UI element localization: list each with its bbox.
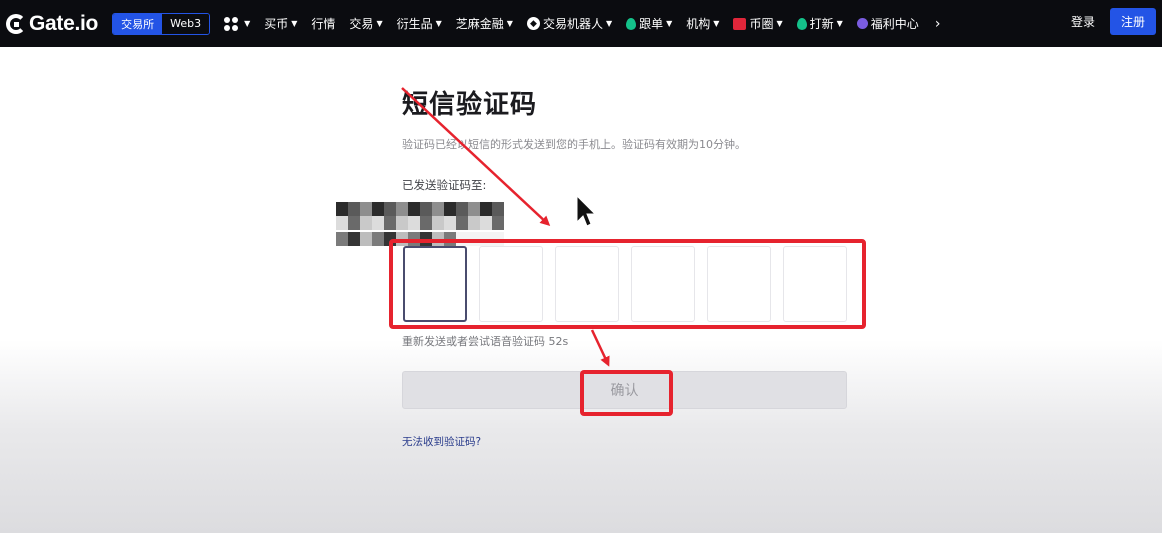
- gift-icon: [856, 18, 868, 29]
- mosaic-cell: [408, 202, 420, 216]
- mosaic-cell: [360, 216, 372, 230]
- main-nav: ▼ 买币 ▼ 行情 交易 ▼ 衍生品 ▼ 芝麻金融 ▼ ◆ 交易机器人 ▼ 跟单: [224, 0, 954, 47]
- nav-label: 打新: [809, 17, 834, 31]
- tab-web3[interactable]: Web3: [162, 13, 210, 34]
- gateio-logo-icon: [6, 13, 26, 34]
- logo-text: Gate.io: [29, 11, 99, 35]
- mosaic-cell: [360, 232, 372, 246]
- caret-down-icon: ▼: [244, 19, 251, 28]
- mosaic-cell: [492, 216, 504, 230]
- nav-item-trade[interactable]: 交易 ▼: [349, 15, 382, 32]
- red-chart-icon: [733, 17, 747, 30]
- mosaic-cell: [360, 202, 372, 216]
- mosaic-cell: [372, 202, 384, 216]
- apps-grid-icon: [224, 16, 239, 31]
- mosaic-cell: [384, 202, 396, 216]
- mosaic-cell: [396, 202, 408, 216]
- top-navigation-bar: Gate.io 交易所 Web3 ▼ 买币 ▼ 行情 交易 ▼ 衍生品 ▼ 芝麻…: [0, 0, 1162, 47]
- nav-label: 跟单: [639, 17, 664, 31]
- caret-down-icon: ▼: [605, 19, 613, 28]
- tab-exchange[interactable]: 交易所: [113, 13, 163, 34]
- nav-label: 交易机器人: [542, 17, 603, 31]
- mosaic-cell: [492, 202, 504, 216]
- nav-label: 福利中心: [870, 17, 919, 31]
- mosaic-cell: [432, 202, 444, 216]
- caret-down-icon: ▼: [666, 19, 673, 28]
- mosaic-cell: [348, 216, 360, 230]
- mosaic-cell: [420, 216, 432, 230]
- nav-label: 衍生品: [396, 17, 433, 31]
- green-drop-icon: [796, 17, 807, 30]
- mosaic-cell: [456, 216, 468, 230]
- mosaic-cell: [420, 202, 432, 216]
- mosaic-cell: [444, 202, 456, 216]
- caret-down-icon: ▼: [776, 19, 783, 28]
- nav-label: 买币: [264, 17, 289, 31]
- bot-icon: ◆: [526, 17, 540, 30]
- gateio-logo[interactable]: Gate.io: [6, 0, 98, 47]
- register-button[interactable]: 注册: [1110, 8, 1156, 35]
- mosaic-cell: [336, 202, 348, 216]
- nav-more-button[interactable]: ›: [935, 16, 941, 32]
- resend-countdown-text: 重新发送或者尝试语音验证码 52s: [402, 335, 569, 348]
- mosaic-cell: [408, 216, 420, 230]
- caret-down-icon: ▼: [435, 19, 442, 28]
- caret-down-icon: ▼: [506, 19, 513, 28]
- nav-label: 交易: [349, 17, 374, 31]
- mosaic-cell: [480, 216, 492, 230]
- caret-down-icon: ▼: [376, 19, 383, 28]
- nav-label: 芝麻金融: [455, 17, 504, 31]
- mosaic-cell: [444, 216, 456, 230]
- mosaic-cell: [384, 216, 396, 230]
- mosaic-cell: [432, 216, 444, 230]
- confirm-button-highlight-box: [580, 370, 673, 416]
- nav-item-copy-trading[interactable]: 跟单 ▼: [626, 15, 672, 32]
- green-drop-icon: [626, 17, 637, 30]
- exchange-web3-switch: 交易所 Web3: [112, 12, 211, 35]
- code-inputs-highlight-box: [389, 239, 866, 329]
- mosaic-cell: [396, 216, 408, 230]
- login-button[interactable]: 登录: [1071, 13, 1095, 30]
- nav-item-crypto-circle[interactable]: 币圈 ▼: [733, 15, 783, 32]
- nav-item-derivatives[interactable]: 衍生品 ▼: [397, 15, 442, 32]
- nav-item-rewards-center[interactable]: 福利中心: [856, 15, 919, 32]
- mosaic-cell: [336, 216, 348, 230]
- page-subtitle: 验证码已经以短信的形式发送到您的手机上。验证码有效期为10分钟。: [402, 138, 746, 151]
- chevron-right-icon: ›: [934, 15, 941, 32]
- cant-receive-code-link[interactable]: 无法收到验证码?: [402, 434, 481, 449]
- annotation-arrow-to-confirm: [590, 329, 610, 367]
- page-title: 短信验证码: [402, 90, 538, 120]
- nav-item-buy-crypto[interactable]: 买币 ▼: [264, 15, 297, 32]
- nav-item-institutional[interactable]: 机构 ▼: [686, 15, 719, 32]
- nav-label: 机构: [686, 17, 711, 31]
- mosaic-cell: [348, 232, 360, 246]
- mosaic-cell: [468, 202, 480, 216]
- mosaic-cell: [456, 202, 468, 216]
- nav-item-trading-bots[interactable]: ◆ 交易机器人 ▼: [526, 15, 613, 32]
- mosaic-cell: [348, 202, 360, 216]
- caret-down-icon: ▼: [836, 19, 843, 28]
- mouse-cursor-icon: [576, 194, 597, 227]
- nav-item-finance[interactable]: 芝麻金融 ▼: [456, 15, 513, 32]
- sent-to-label: 已发送验证码至:: [402, 178, 487, 192]
- mosaic-cell: [336, 232, 348, 246]
- nav-label: 行情: [311, 17, 336, 31]
- nav-item-launchpad[interactable]: 打新 ▼: [796, 15, 843, 32]
- mosaic-cell: [372, 216, 384, 230]
- nav-item-apps[interactable]: ▼: [224, 16, 251, 31]
- nav-label: 币圈: [749, 17, 774, 31]
- mosaic-cell: [480, 202, 492, 216]
- nav-item-markets[interactable]: 行情: [311, 15, 335, 32]
- caret-down-icon: ▼: [713, 19, 720, 28]
- mosaic-cell: [468, 216, 480, 230]
- caret-down-icon: ▼: [291, 19, 298, 28]
- mosaic-cell: [372, 232, 384, 246]
